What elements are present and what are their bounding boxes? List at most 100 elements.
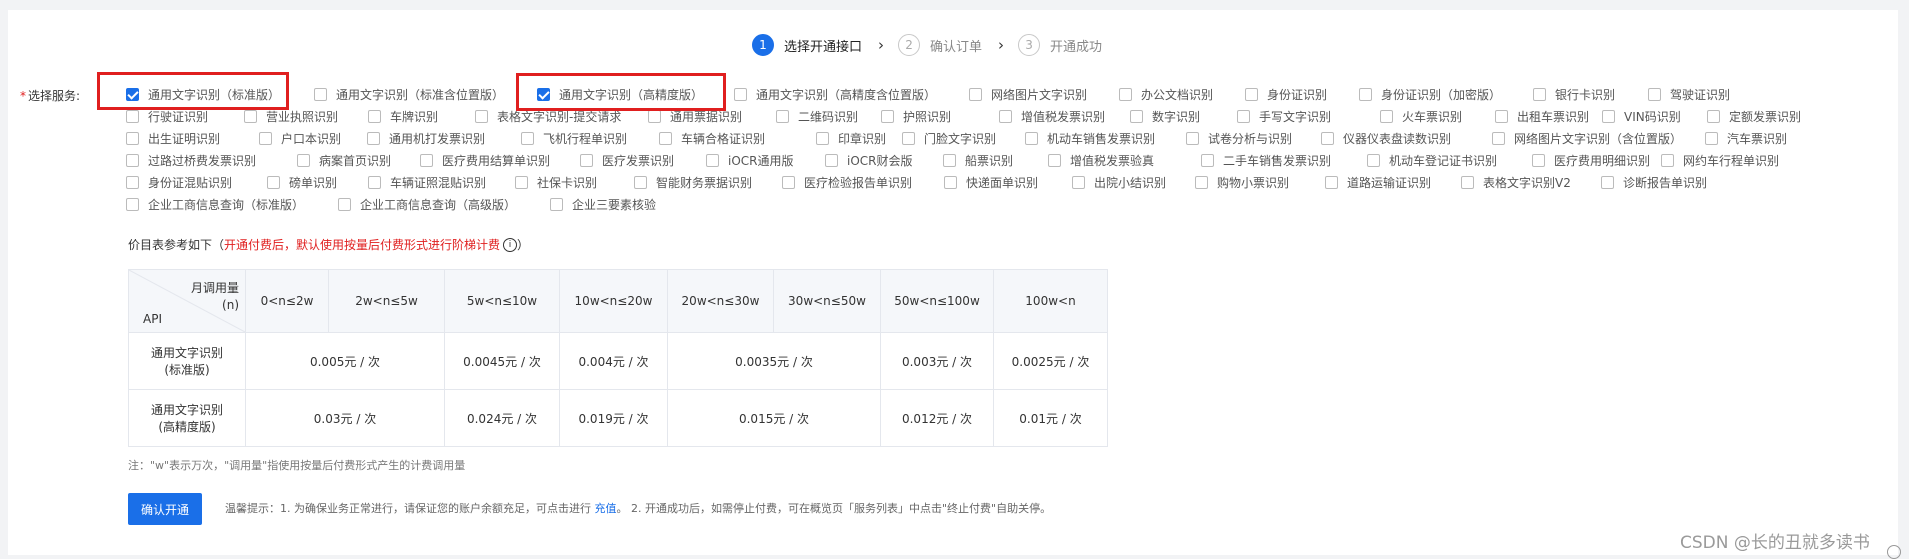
service-checkbox[interactable]: 表格文字识别V2 <box>1461 171 1571 193</box>
checkbox-unchecked-icon[interactable] <box>943 153 956 167</box>
service-checkbox[interactable]: iOCR通用版 <box>706 149 794 171</box>
checkbox-unchecked-icon[interactable] <box>1186 131 1199 145</box>
service-checkbox[interactable]: 网络图片文字识别（含位置版） <box>1492 127 1682 149</box>
service-checkbox[interactable]: 磅单识别 <box>267 171 337 193</box>
service-checkbox[interactable]: 通用文字识别（标准含位置版） <box>314 83 504 105</box>
checkbox-unchecked-icon[interactable] <box>297 153 310 167</box>
service-checkbox[interactable]: 火车票识别 <box>1380 105 1462 127</box>
checkbox-unchecked-icon[interactable] <box>999 109 1012 123</box>
checkbox-unchecked-icon[interactable] <box>1201 153 1214 167</box>
service-checkbox[interactable]: VIN码识别 <box>1602 105 1681 127</box>
checkbox-unchecked-icon[interactable] <box>1367 153 1380 167</box>
service-checkbox[interactable]: 二维码识别 <box>776 105 858 127</box>
service-checkbox[interactable]: 汽车票识别 <box>1705 127 1787 149</box>
checkbox-unchecked-icon[interactable] <box>1325 175 1338 189</box>
checkbox-unchecked-icon[interactable] <box>944 175 957 189</box>
service-checkbox[interactable]: 船票识别 <box>943 149 1013 171</box>
checkbox-unchecked-icon[interactable] <box>126 109 139 123</box>
checkbox-unchecked-icon[interactable] <box>126 131 139 145</box>
service-checkbox[interactable]: 门脸文字识别 <box>902 127 996 149</box>
checkbox-unchecked-icon[interactable] <box>1025 131 1038 145</box>
service-checkbox[interactable]: 身份证混贴识别 <box>126 171 232 193</box>
checkbox-unchecked-icon[interactable] <box>1648 87 1661 101</box>
service-checkbox[interactable]: 身份证识别 <box>1245 83 1327 105</box>
checkbox-unchecked-icon[interactable] <box>314 87 327 101</box>
checkbox-unchecked-icon[interactable] <box>1245 87 1258 101</box>
checkbox-unchecked-icon[interactable] <box>1533 87 1546 101</box>
checkbox-unchecked-icon[interactable] <box>1321 131 1334 145</box>
service-checkbox[interactable]: 办公文档识别 <box>1119 83 1213 105</box>
service-checkbox[interactable]: 出生证明识别 <box>126 127 220 149</box>
service-checkbox[interactable]: 病案首页识别 <box>297 149 391 171</box>
service-checkbox[interactable]: 网络图片文字识别 <box>969 83 1087 105</box>
checkbox-unchecked-icon[interactable] <box>734 87 747 101</box>
checkbox-unchecked-icon[interactable] <box>367 131 380 145</box>
checkbox-unchecked-icon[interactable] <box>902 131 915 145</box>
service-checkbox[interactable]: 社保卡识别 <box>515 171 597 193</box>
checkbox-unchecked-icon[interactable] <box>1532 153 1545 167</box>
service-checkbox[interactable]: 快递面单识别 <box>944 171 1038 193</box>
service-checkbox[interactable]: 数字识别 <box>1130 105 1200 127</box>
checkbox-unchecked-icon[interactable] <box>1707 109 1720 123</box>
checkbox-unchecked-icon[interactable] <box>368 109 381 123</box>
service-checkbox[interactable]: 试卷分析与识别 <box>1186 127 1292 149</box>
service-checkbox[interactable]: 机动车登记证书识别 <box>1367 149 1497 171</box>
checkbox-unchecked-icon[interactable] <box>1072 175 1085 189</box>
checkbox-unchecked-icon[interactable] <box>580 153 593 167</box>
service-checkbox[interactable]: 通用机打发票识别 <box>367 127 485 149</box>
checkbox-unchecked-icon[interactable] <box>881 109 894 123</box>
service-checkbox[interactable]: 医疗费用明细识别 <box>1532 149 1650 171</box>
checkbox-unchecked-icon[interactable] <box>475 109 488 123</box>
service-checkbox[interactable]: 仪器仪表盘读数识别 <box>1321 127 1451 149</box>
checkbox-unchecked-icon[interactable] <box>126 197 139 211</box>
service-checkbox[interactable]: 手写文字识别 <box>1237 105 1331 127</box>
checkbox-unchecked-icon[interactable] <box>1601 175 1614 189</box>
checkbox-unchecked-icon[interactable] <box>1492 131 1505 145</box>
service-checkbox[interactable]: 诊断报告单识别 <box>1601 171 1707 193</box>
checkbox-unchecked-icon[interactable] <box>706 153 719 167</box>
service-checkbox[interactable]: 过路过桥费发票识别 <box>126 149 256 171</box>
checkbox-unchecked-icon[interactable] <box>782 175 795 189</box>
service-checkbox[interactable]: 道路运输证识别 <box>1325 171 1431 193</box>
service-checkbox[interactable]: 车辆合格证识别 <box>659 127 765 149</box>
checkbox-unchecked-icon[interactable] <box>659 131 672 145</box>
service-checkbox[interactable]: 网约车行程单识别 <box>1661 149 1779 171</box>
checkbox-unchecked-icon[interactable] <box>244 109 257 123</box>
confirm-open-button[interactable]: 确认开通 <box>128 493 202 525</box>
service-checkbox[interactable]: 智能财务票据识别 <box>634 171 752 193</box>
checkbox-unchecked-icon[interactable] <box>1195 175 1208 189</box>
service-checkbox[interactable]: 机动车销售发票识别 <box>1025 127 1155 149</box>
service-checkbox[interactable]: 出租车票识别 <box>1495 105 1589 127</box>
checkbox-unchecked-icon[interactable] <box>648 109 661 123</box>
checkbox-unchecked-icon[interactable] <box>126 153 139 167</box>
checkbox-unchecked-icon[interactable] <box>1119 87 1132 101</box>
checkbox-unchecked-icon[interactable] <box>634 175 647 189</box>
service-checkbox[interactable]: 定额发票识别 <box>1707 105 1801 127</box>
checkbox-unchecked-icon[interactable] <box>1237 109 1250 123</box>
service-checkbox[interactable]: 银行卡识别 <box>1533 83 1615 105</box>
checkbox-unchecked-icon[interactable] <box>1359 87 1372 101</box>
checkbox-unchecked-icon[interactable] <box>825 153 838 167</box>
service-checkbox[interactable]: 驾驶证识别 <box>1648 83 1730 105</box>
checkbox-unchecked-icon[interactable] <box>267 175 280 189</box>
checkbox-unchecked-icon[interactable] <box>420 153 433 167</box>
service-checkbox[interactable]: 通用文字识别（高精度含位置版） <box>734 83 936 105</box>
service-checkbox[interactable]: 购物小票识别 <box>1195 171 1289 193</box>
service-checkbox[interactable]: 身份证识别（加密版） <box>1359 83 1501 105</box>
service-checkbox[interactable]: 增值税发票验真 <box>1048 149 1154 171</box>
service-checkbox[interactable]: 飞机行程单识别 <box>521 127 627 149</box>
service-checkbox[interactable]: 医疗费用结算单识别 <box>420 149 550 171</box>
checkbox-unchecked-icon[interactable] <box>969 87 982 101</box>
service-checkbox[interactable]: 医疗发票识别 <box>580 149 674 171</box>
service-checkbox[interactable]: iOCR财会版 <box>825 149 913 171</box>
checkbox-unchecked-icon[interactable] <box>1495 109 1508 123</box>
service-checkbox[interactable]: 医疗检验报告单识别 <box>782 171 912 193</box>
service-checkbox[interactable]: 增值税发票识别 <box>999 105 1105 127</box>
service-checkbox[interactable]: 二手车销售发票识别 <box>1201 149 1331 171</box>
service-checkbox[interactable]: 户口本识别 <box>259 127 341 149</box>
checkbox-unchecked-icon[interactable] <box>816 131 829 145</box>
checkbox-unchecked-icon[interactable] <box>521 131 534 145</box>
checkbox-unchecked-icon[interactable] <box>1602 109 1615 123</box>
checkbox-unchecked-icon[interactable] <box>338 197 351 211</box>
service-checkbox[interactable]: 出院小结识别 <box>1072 171 1166 193</box>
